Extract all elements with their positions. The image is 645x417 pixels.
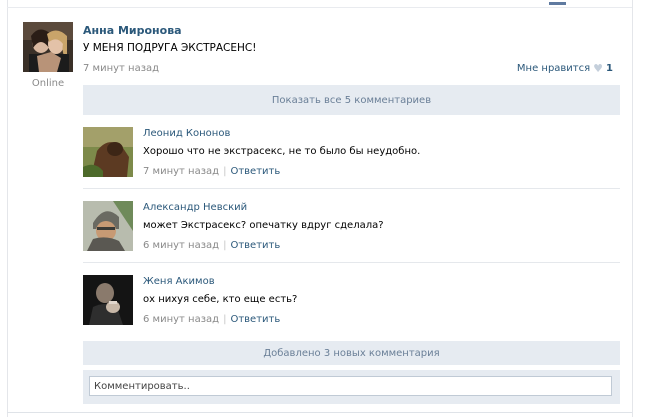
post-text: У МЕНЯ ПОДРУГА ЭКСТРАСЕНС! bbox=[83, 42, 257, 54]
heart-icon: ♥ bbox=[593, 61, 604, 75]
reply-link[interactable]: Ответить bbox=[230, 240, 280, 251]
post-author-name[interactable]: Анна Миронова bbox=[83, 24, 182, 37]
reply-link[interactable]: Ответить bbox=[230, 166, 280, 177]
separator: | bbox=[223, 166, 227, 177]
comment-divider bbox=[83, 262, 620, 263]
like-button[interactable]: Мне нравится ♥ 1 bbox=[516, 61, 613, 75]
new-comments-notice[interactable]: Добавлено 3 новых комментария bbox=[83, 341, 620, 365]
comment-author[interactable]: Женя Акимов bbox=[143, 276, 215, 287]
comment-meta: 7 минут назад | Ответить bbox=[143, 166, 280, 177]
comment-text: ох нихуя себе, кто еще есть? bbox=[143, 294, 298, 305]
comment-text: Хорошо что не экстрасекс, не то было бы … bbox=[143, 146, 421, 157]
wall-right-border bbox=[632, 0, 633, 417]
comment-meta: 6 минут назад | Ответить bbox=[143, 314, 280, 325]
comment-input[interactable] bbox=[89, 376, 612, 396]
like-count: 1 bbox=[606, 63, 613, 74]
comment-meta: 6 минут назад | Ответить bbox=[143, 240, 280, 251]
comment-time[interactable]: 7 минут назад bbox=[143, 166, 219, 177]
post-time[interactable]: 7 минут назад bbox=[83, 63, 159, 74]
comment-text: может Экстрасекс? опечатку вдруг сделала… bbox=[143, 220, 384, 231]
reply-link[interactable]: Ответить bbox=[230, 314, 280, 325]
comment-time[interactable]: 6 минут назад bbox=[143, 240, 219, 251]
separator: | bbox=[223, 240, 227, 251]
bottom-divider bbox=[7, 412, 632, 413]
show-all-comments-button[interactable]: Показать все 5 комментариев bbox=[83, 85, 620, 115]
comment-avatar[interactable] bbox=[83, 275, 133, 325]
post-author-avatar[interactable] bbox=[23, 22, 73, 72]
comment-composer bbox=[83, 370, 620, 404]
wall-left-border bbox=[7, 0, 8, 417]
online-status: Online bbox=[31, 78, 65, 89]
separator: | bbox=[223, 314, 227, 325]
comment-avatar[interactable] bbox=[83, 201, 133, 251]
comment-author[interactable]: Леонид Кононов bbox=[143, 128, 230, 139]
comment-time[interactable]: 6 минут назад bbox=[143, 314, 219, 325]
comment-author[interactable]: Александр Невский bbox=[143, 202, 247, 213]
like-label: Мне нравится bbox=[516, 63, 591, 74]
comment-divider bbox=[83, 188, 620, 189]
top-divider bbox=[7, 7, 632, 8]
comment-avatar[interactable] bbox=[83, 127, 133, 177]
scroll-indicator[interactable] bbox=[549, 2, 566, 5]
